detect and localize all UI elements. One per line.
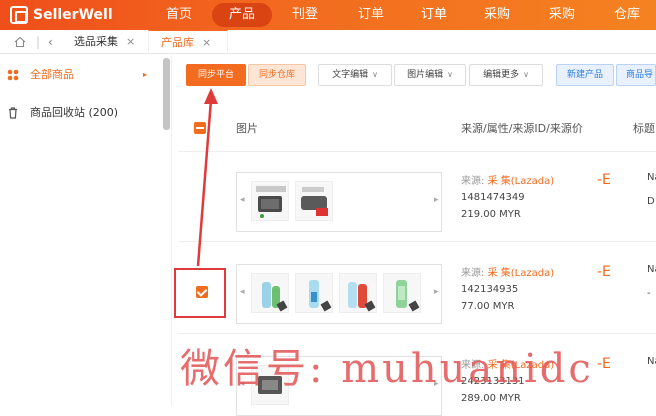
tab-collect[interactable]: 选品采集 × [74, 30, 148, 54]
trash-icon [9, 107, 17, 119]
dropdown-label: 文字编辑 [332, 70, 369, 80]
chevron-down-icon: ∨ [447, 70, 453, 79]
sidebar-item-all-products[interactable]: 全部商品 ▸ [0, 64, 160, 86]
home-icon[interactable] [14, 30, 26, 54]
close-icon[interactable]: × [126, 35, 135, 48]
image-carousel: ◂ ▸ [236, 264, 442, 324]
sidebar-item-label: 商品回收站 (200) [30, 106, 119, 119]
header-source: 来源/属性/来源ID/来源价 [461, 122, 583, 135]
logo-icon [10, 6, 28, 24]
nav-item-purchase[interactable]: 采购 [475, 0, 519, 30]
source-link-icon[interactable]: -E [597, 356, 611, 372]
source-link-icon[interactable]: -E [597, 172, 611, 188]
chevron-down-icon: ∨ [523, 70, 529, 79]
tab-label: 产品库 [161, 36, 194, 49]
product-thumbnail[interactable] [295, 181, 333, 221]
source-label: 来源: [461, 268, 485, 279]
table-row[interactable]: ◂ ▸ 来源: 采 集(Lazada) 142134935 77.00 MYR … [178, 244, 656, 334]
source-id: 1481474349 [461, 192, 525, 203]
source-label: 来源: [461, 176, 485, 187]
source-info: 来源: 采 集(Lazada) [461, 174, 554, 190]
source-info: 来源: 采 集(Lazada) [461, 266, 554, 282]
top-navbar: SellerWell 首页 产品 刊登 订单 订单 采购 采购 仓库 [0, 0, 656, 30]
title-truncated: Na [647, 356, 656, 367]
sidebar-scrollbar[interactable] [163, 58, 170, 130]
source-price: 77.00 MYR [461, 301, 515, 312]
dropdown-label: 图片编辑 [407, 70, 444, 80]
title-truncated: Na [647, 172, 656, 183]
nav-item-product[interactable]: 产品 [212, 3, 272, 27]
title-truncated-2: - [647, 288, 651, 299]
category-icon [7, 69, 19, 81]
source-value: 采 集(Lazada) [487, 176, 555, 187]
table-header: 图片 来源/属性/来源ID/来源价 标题 [178, 100, 656, 152]
product-thumbnail[interactable] [251, 273, 289, 313]
nav-item-home[interactable]: 首页 [157, 0, 201, 30]
caret-right-icon: ▸ [143, 70, 148, 79]
new-product-button[interactable]: 新建产品 [556, 64, 614, 86]
nav-item-order-2[interactable]: 订单 [412, 0, 456, 30]
tab-bar: | ‹ 选品采集 × 产品库 × [0, 30, 656, 54]
sidebar-item-label: 全部商品 [30, 68, 74, 81]
product-thumbnail[interactable] [295, 273, 333, 313]
sync-platform-button[interactable]: 同步平台 [186, 64, 246, 86]
annotation-highlight-box [174, 268, 226, 318]
tab-divider: | [36, 35, 41, 49]
tab-label: 选品采集 [74, 35, 118, 48]
carousel-next-icon[interactable]: ▸ [434, 287, 439, 297]
nav-item-purchase-2[interactable]: 采购 [540, 0, 584, 30]
dropdown-label: 编辑更多 [483, 70, 520, 80]
product-thumbnail[interactable] [339, 273, 377, 313]
brand-name: SellerWell [33, 7, 113, 23]
nav-item-order[interactable]: 订单 [349, 0, 393, 30]
nav-item-warehouse[interactable]: 仓库 [605, 0, 649, 30]
table-row[interactable]: ◂ ▸ 来源: 采 集(Lazada) 1481474349 219.00 MY… [178, 152, 656, 242]
text-edit-dropdown[interactable]: 文字编辑 ∨ [318, 64, 392, 86]
sidebar-item-recycle-bin[interactable]: 商品回收站 (200) [0, 102, 160, 124]
app-logo[interactable]: SellerWell [10, 5, 113, 25]
close-icon[interactable]: × [202, 36, 211, 49]
product-thumbnail[interactable] [251, 181, 289, 221]
title-truncated-2: D [647, 196, 655, 207]
sidebar: 全部商品 ▸ 商品回收站 (200) [0, 55, 172, 406]
product-import-button[interactable]: 商品导 [616, 64, 656, 86]
source-id: 142134935 [461, 284, 519, 295]
edit-more-dropdown[interactable]: 编辑更多 ∨ [469, 64, 543, 86]
title-truncated: Na [647, 264, 656, 275]
image-edit-dropdown[interactable]: 图片编辑 ∨ [394, 64, 466, 86]
carousel-prev-icon[interactable]: ◂ [240, 287, 245, 297]
watermark-text: 微信号: muhuanidc [180, 346, 594, 392]
sync-warehouse-button[interactable]: 同步仓库 [248, 64, 306, 86]
source-price: 219.00 MYR [461, 209, 521, 220]
image-carousel: ◂ ▸ [236, 172, 442, 232]
source-price: 289.00 MYR [461, 393, 521, 404]
carousel-prev-icon[interactable]: ◂ [240, 195, 245, 205]
chevron-left-icon[interactable]: ‹ [48, 30, 53, 54]
carousel-next-icon[interactable]: ▸ [434, 195, 439, 205]
tab-product-library[interactable]: 产品库 × [148, 30, 228, 54]
nav-item-listing[interactable]: 刊登 [283, 0, 327, 30]
source-value: 采 集(Lazada) [487, 268, 555, 279]
select-all-checkbox[interactable] [194, 122, 206, 134]
chevron-down-icon: ∨ [372, 70, 378, 79]
header-title: 标题 [633, 122, 655, 135]
source-link-icon[interactable]: -E [597, 264, 611, 280]
header-image: 图片 [236, 122, 258, 135]
product-thumbnail[interactable] [383, 273, 421, 313]
